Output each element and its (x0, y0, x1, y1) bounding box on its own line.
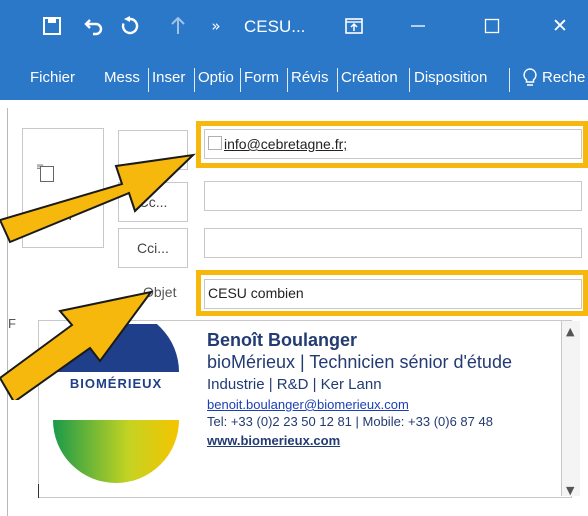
tab-separator (337, 68, 338, 92)
maximize-icon[interactable] (478, 12, 506, 40)
undo-icon[interactable] (80, 12, 108, 40)
signature-name: Benoît Boulanger (207, 330, 358, 350)
vertical-scrollbar[interactable] (561, 321, 580, 496)
tab-separator (148, 68, 149, 92)
tab-separator (509, 68, 510, 92)
arrow-to-recipient (0, 153, 196, 244)
lightbulb-icon[interactable] (522, 68, 540, 92)
signature-phones: Tel: +33 (0)2 23 50 12 81 | Mobile: +33 … (207, 414, 493, 429)
tab-insertion[interactable]: Inser (152, 69, 194, 86)
title-bar: » CESU... ✕ (0, 0, 588, 60)
text-cursor (38, 484, 39, 498)
tab-recherche[interactable]: Reche (542, 69, 588, 86)
bcc-field[interactable] (204, 228, 582, 258)
tab-message[interactable]: Mess (104, 69, 148, 86)
signature-email-link[interactable]: benoit.boulanger@biomerieux.com (207, 397, 409, 412)
signature-website-link[interactable]: www.biomerieux.com (207, 433, 340, 448)
recipient-highlight-box (196, 121, 588, 168)
arrow-to-subject (0, 290, 154, 400)
cc-field[interactable] (204, 181, 582, 211)
window-title: CESU... (244, 17, 306, 36)
tab-separator (240, 68, 241, 92)
tab-separator (409, 68, 410, 92)
redo-icon[interactable] (116, 12, 144, 40)
tab-creation[interactable]: Création (341, 69, 407, 86)
signature-dept: Industrie | R&D | Ker Lann (207, 376, 382, 393)
tab-revision[interactable]: Révis (291, 69, 336, 86)
more-icon[interactable]: » (202, 12, 230, 40)
scroll-down-icon[interactable]: ▼ (566, 484, 574, 497)
tab-options[interactable]: Optio (198, 69, 238, 86)
annotation-arrows (0, 153, 196, 400)
tab-fichier[interactable]: Fichier (30, 69, 86, 86)
tab-format[interactable]: Form (244, 69, 286, 86)
tab-separator (194, 68, 195, 92)
scroll-up-icon[interactable]: ▲ (566, 325, 574, 338)
ribbon-tabs: Fichier Mess Inser Optio Form Révis Créa… (0, 60, 588, 100)
signature-title: bioMérieux | Technicien sénior d'étude (207, 352, 512, 372)
popout-icon[interactable] (340, 12, 368, 40)
tab-disposition[interactable]: Disposition (414, 69, 502, 86)
up-arrow-icon[interactable] (164, 12, 192, 40)
close-icon[interactable]: ✕ (546, 12, 574, 40)
save-icon[interactable] (38, 12, 66, 40)
subject-highlight-box (196, 270, 588, 316)
tab-separator (287, 68, 288, 92)
minimize-icon[interactable] (404, 12, 432, 40)
